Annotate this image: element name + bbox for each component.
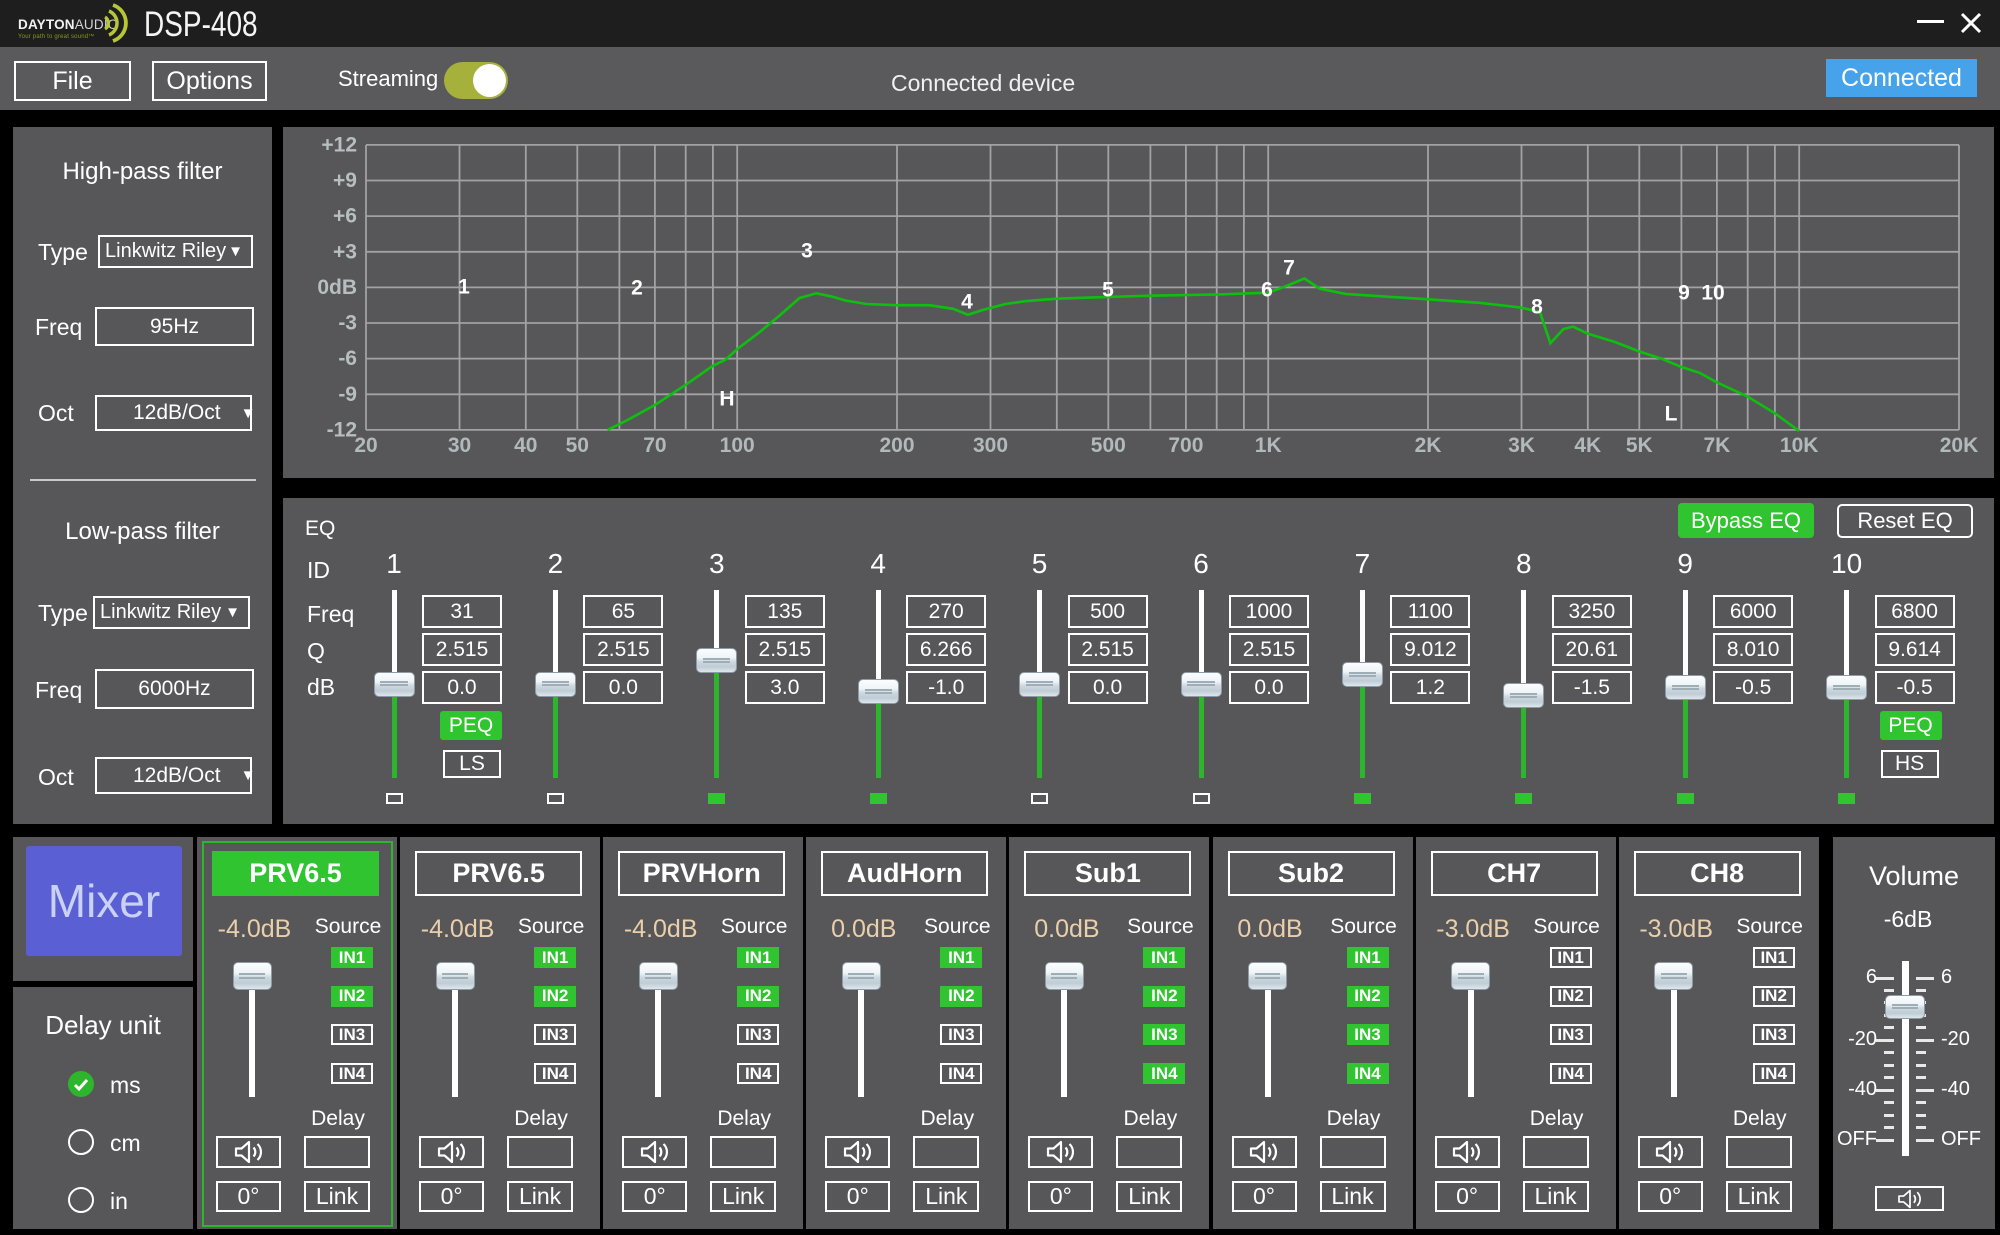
svg-text:1: 1 <box>458 276 470 299</box>
svg-text:+3: +3 <box>333 240 357 263</box>
svg-text:30: 30 <box>448 434 471 457</box>
svg-text:9: 9 <box>1678 282 1690 305</box>
svg-text:+9: +9 <box>333 169 357 192</box>
svg-text:5K: 5K <box>1626 434 1653 457</box>
svg-text:3: 3 <box>801 240 813 263</box>
svg-text:10K: 10K <box>1780 434 1819 457</box>
svg-text:4: 4 <box>961 291 973 314</box>
svg-text:7K: 7K <box>1703 434 1730 457</box>
svg-text:70: 70 <box>643 434 666 457</box>
svg-text:2K: 2K <box>1415 434 1442 457</box>
svg-text:-3: -3 <box>338 312 357 335</box>
svg-text:-9: -9 <box>338 383 357 406</box>
svg-text:4K: 4K <box>1574 434 1601 457</box>
svg-text:+12: +12 <box>321 133 357 156</box>
svg-text:0dB: 0dB <box>317 276 357 299</box>
svg-text:1K: 1K <box>1255 434 1282 457</box>
svg-text:700: 700 <box>1168 434 1203 457</box>
svg-text:10: 10 <box>1701 282 1724 305</box>
svg-text:+6: +6 <box>333 205 357 228</box>
svg-text:20: 20 <box>354 434 377 457</box>
svg-text:-6: -6 <box>338 347 357 370</box>
svg-text:-12: -12 <box>327 418 357 441</box>
svg-text:100: 100 <box>720 434 755 457</box>
svg-text:8: 8 <box>1531 296 1543 319</box>
svg-text:300: 300 <box>973 434 1008 457</box>
svg-text:3K: 3K <box>1508 434 1535 457</box>
svg-text:20K: 20K <box>1940 434 1979 457</box>
svg-text:200: 200 <box>879 434 914 457</box>
svg-text:H: H <box>719 388 734 411</box>
svg-text:2: 2 <box>631 277 643 300</box>
svg-text:50: 50 <box>566 434 589 457</box>
svg-text:7: 7 <box>1283 257 1295 280</box>
svg-text:L: L <box>1665 403 1678 426</box>
svg-text:5: 5 <box>1102 279 1114 302</box>
svg-text:500: 500 <box>1091 434 1126 457</box>
svg-text:6: 6 <box>1261 279 1273 302</box>
svg-text:40: 40 <box>514 434 537 457</box>
